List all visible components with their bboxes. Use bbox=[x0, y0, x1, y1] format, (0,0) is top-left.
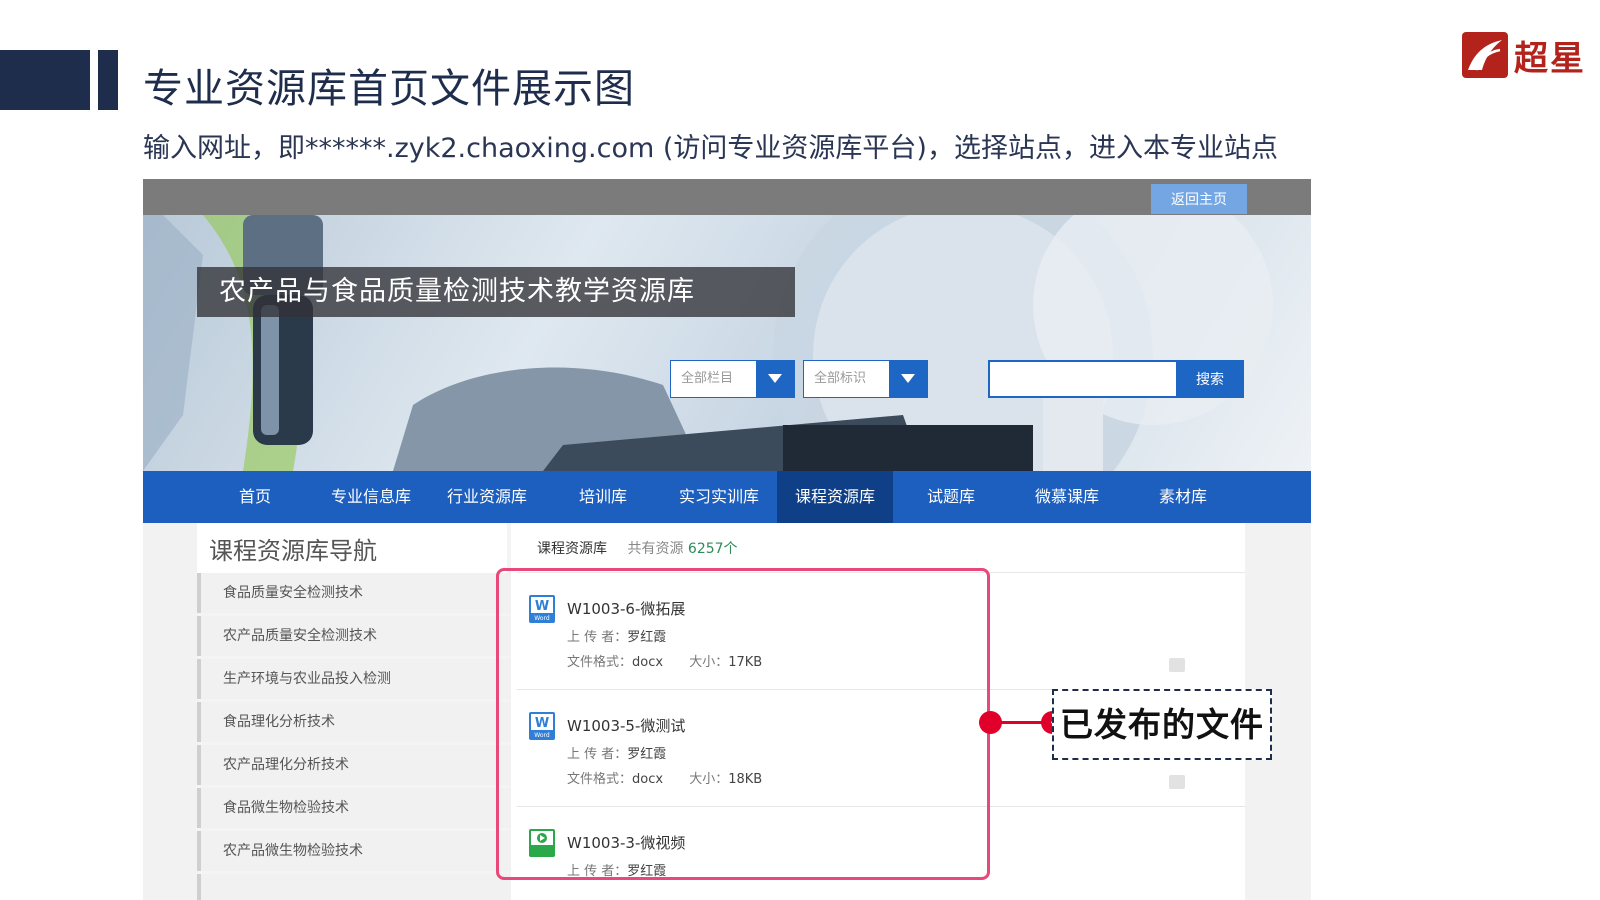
brand-logo: 超星 bbox=[1462, 30, 1586, 80]
total-count: 6257个 bbox=[687, 541, 738, 557]
sidebar-item[interactable]: 食品微生物检验技术 bbox=[197, 788, 511, 828]
download-icon[interactable] bbox=[1169, 658, 1185, 672]
sidebar-item[interactable]: 生产环境与农业品投入检测 bbox=[197, 659, 511, 699]
slide-subtitle: 输入网址，即******.zyk2.chaoxing.com (访问专业资源库平… bbox=[143, 133, 1278, 164]
sidebar-item[interactable]: 食品质量安全检测技术 bbox=[197, 573, 511, 613]
sidebar-item[interactable]: 农产品理化分析技术 bbox=[197, 745, 511, 785]
download-icon[interactable] bbox=[1169, 775, 1185, 789]
published-files-highlight bbox=[496, 568, 990, 880]
resource-list-header: 课程资源库 共有资源 6257个 bbox=[517, 523, 1245, 573]
slide-title: 专业资源库首页文件展示图 bbox=[143, 66, 635, 112]
chaoxing-logo-icon bbox=[1462, 32, 1508, 78]
sidebar-item[interactable]: 农产品质量安全检测技术 bbox=[197, 616, 511, 656]
connector-dot bbox=[979, 711, 1002, 734]
breadcrumb[interactable]: 课程资源库 bbox=[537, 541, 607, 557]
brand-text: 超星 bbox=[1514, 38, 1586, 79]
total-label: 共有资源 bbox=[627, 541, 684, 557]
sidebar-item[interactable] bbox=[197, 874, 511, 900]
sidebar-title: 课程资源库导航 bbox=[197, 523, 507, 573]
sidebar-item[interactable]: 食品理化分析技术 bbox=[197, 702, 511, 742]
published-files-callout: 已发布的文件 bbox=[1052, 689, 1272, 760]
title-decoration-block bbox=[0, 50, 90, 110]
sidebar-item[interactable]: 农产品微生物检验技术 bbox=[197, 831, 511, 871]
title-decoration-stripe bbox=[98, 50, 118, 110]
